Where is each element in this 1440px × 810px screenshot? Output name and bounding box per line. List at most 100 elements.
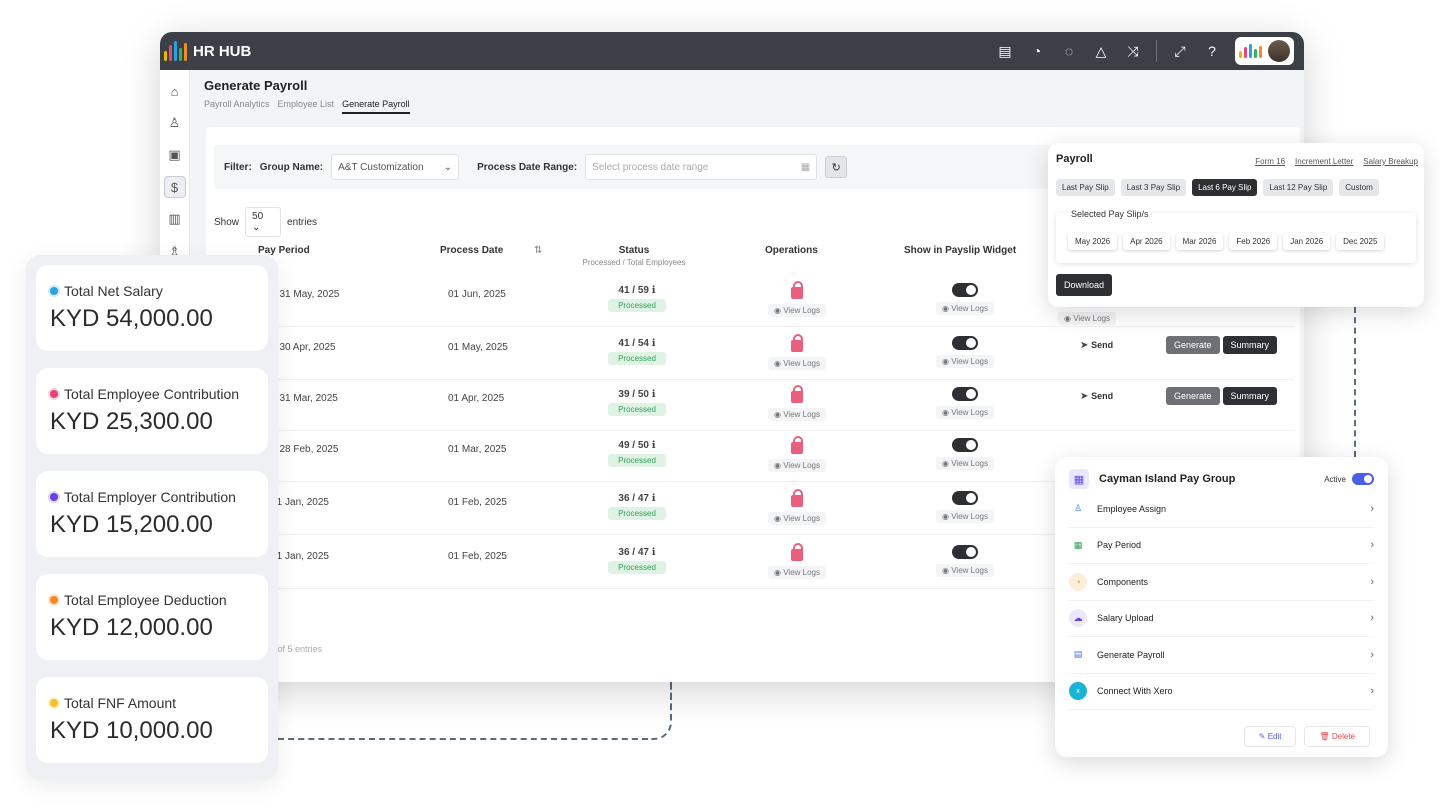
lock-icon[interactable] — [791, 543, 803, 561]
month-chip[interactable]: Jan 2026 — [1283, 233, 1331, 250]
header-status-sub: Processed / Total Employees — [582, 258, 686, 267]
calendar-icon: ▦ — [800, 161, 811, 173]
salary-breakup-link[interactable]: Salary Breakup — [1363, 157, 1418, 166]
lock-icon[interactable] — [791, 489, 803, 507]
tab-generate-payroll[interactable]: Generate Payroll — [342, 99, 410, 114]
widget-toggle[interactable] — [952, 438, 978, 452]
user-menu[interactable] — [1235, 37, 1294, 65]
widget-cell: ◉ View Logs — [930, 283, 1000, 315]
widget-toggle[interactable] — [952, 545, 978, 559]
widget-toggle[interactable] — [952, 336, 978, 350]
refresh-button[interactable]: ↻ — [825, 156, 848, 178]
user-icon[interactable]: ♙ — [164, 112, 186, 134]
view-logs-button[interactable]: ◉ View Logs — [936, 302, 994, 315]
menu-generate-payroll[interactable]: ▤ Generate Payroll › — [1069, 637, 1374, 674]
info-icon[interactable]: ℹ — [652, 338, 656, 349]
summary-button[interactable]: Summary — [1222, 387, 1278, 405]
summary-button[interactable]: Summary — [1222, 336, 1278, 354]
header-operations: Operations — [765, 245, 818, 256]
edit-button[interactable]: ✎ Edit — [1243, 726, 1297, 747]
dot-icon — [50, 596, 58, 604]
view-logs-button[interactable]: ◉ View Logs — [768, 566, 826, 579]
menu-salary-upload[interactable]: ☁ Salary Upload › — [1069, 601, 1374, 637]
entries-select[interactable]: 50 ⌄ — [245, 207, 282, 237]
chip-last-pay-slip[interactable]: Last Pay Slip — [1056, 179, 1115, 196]
status-badge: Processed — [608, 352, 666, 365]
process-date: 01 Jun, 2025 — [448, 289, 506, 300]
form-16-link[interactable]: Form 16 — [1255, 157, 1285, 166]
book-icon[interactable]: ▤ — [996, 42, 1014, 60]
stats-panel: Total Net Salary KYD 54,000.00 Total Emp… — [26, 255, 278, 780]
id-card-icon[interactable]: ▣ — [164, 144, 186, 166]
view-logs-button[interactable]: ◉ View Logs — [936, 457, 994, 470]
info-icon[interactable]: ℹ — [652, 285, 656, 296]
send-button[interactable]: ➤ Send — [1080, 391, 1113, 402]
widget-toggle[interactable] — [952, 387, 978, 401]
month-chip[interactable]: Feb 2026 — [1229, 233, 1278, 250]
refresh-icon: ↻ — [831, 161, 841, 174]
chip-last-12-pay-slip[interactable]: Last 12 Pay Slip — [1263, 179, 1334, 196]
generate-button[interactable]: Generate — [1166, 336, 1220, 354]
widget-toggle[interactable] — [952, 491, 978, 505]
view-logs-button[interactable]: ◉ View Logs — [768, 304, 826, 317]
menu-pay-period[interactable]: ▦ Pay Period › — [1069, 528, 1374, 564]
chip-last-3-pay-slip[interactable]: Last 3 Pay Slip — [1120, 179, 1187, 196]
month-list: May 2026 Apr 2026 Mar 2026 Feb 2026 Jan … — [1068, 233, 1385, 250]
payroll-icon[interactable]: $ — [163, 176, 186, 198]
month-chip[interactable]: Apr 2026 — [1123, 233, 1170, 250]
generate-button[interactable]: Generate — [1166, 387, 1220, 405]
help-icon[interactable]: ? — [1203, 42, 1221, 60]
month-chip[interactable]: Dec 2025 — [1336, 233, 1385, 250]
tab-employee-list[interactable]: Employee List — [278, 99, 335, 114]
chip-custom[interactable]: Custom — [1339, 179, 1379, 196]
bell-icon[interactable]: ◌ — [1060, 42, 1078, 60]
home-icon[interactable]: ⌂ — [164, 80, 186, 102]
view-logs-button[interactable]: ◉ View Logs — [768, 408, 826, 421]
view-logs-button[interactable]: ◉ View Logs — [936, 564, 994, 577]
actions-cell: Generate Summary — [1166, 336, 1278, 354]
info-icon[interactable]: ℹ — [652, 389, 656, 400]
active-toggle[interactable] — [1352, 473, 1374, 485]
info-icon[interactable]: ℹ — [652, 493, 656, 504]
chevron-right-icon: › — [1370, 685, 1374, 698]
widget-toggle[interactable] — [952, 283, 978, 297]
view-logs-button[interactable]: ◉ View Logs — [936, 510, 994, 523]
lock-icon[interactable] — [791, 385, 803, 403]
header-process-date[interactable]: Process Date — [440, 245, 503, 256]
view-logs-button[interactable]: ◉ View Logs — [936, 406, 994, 419]
chip-last-6-pay-slip[interactable]: Last 6 Pay Slip — [1192, 179, 1258, 196]
lock-icon[interactable] — [791, 281, 803, 299]
analytics-icon[interactable]: ▥ — [164, 208, 186, 230]
menu-employee-assign[interactable]: ♙ Employee Assign › — [1069, 491, 1374, 528]
view-logs-button[interactable]: ◉ View Logs — [768, 357, 826, 370]
recycle-icon[interactable]: △ — [1092, 42, 1110, 60]
shuffle-icon[interactable]: ⤨ — [1124, 42, 1142, 60]
group-name-select[interactable]: A&T Customization ⌄ — [331, 154, 460, 180]
info-icon[interactable]: ℹ — [652, 440, 656, 451]
clock-icon[interactable]: ◔ — [1028, 42, 1046, 60]
info-icon[interactable]: ℹ — [652, 547, 656, 558]
increment-letter-link[interactable]: Increment Letter — [1295, 157, 1353, 166]
month-chip[interactable]: May 2026 — [1068, 233, 1118, 250]
view-logs-label: View Logs — [1073, 314, 1110, 323]
fullscreen-icon[interactable]: ⤢ — [1171, 42, 1189, 60]
lock-icon[interactable] — [791, 436, 803, 454]
download-button[interactable]: Download — [1056, 274, 1113, 296]
xero-icon: x — [1069, 682, 1087, 701]
menu-connect-xero[interactable]: x Connect With Xero › — [1069, 674, 1374, 710]
view-logs-button[interactable]: ◉ View Logs — [1058, 307, 1116, 326]
tab-payroll-analytics[interactable]: Payroll Analytics — [204, 99, 270, 114]
view-logs-button[interactable]: ◉ View Logs — [936, 355, 994, 368]
delete-button[interactable]: 🗑 Delete — [1304, 726, 1370, 747]
view-logs-button[interactable]: ◉ View Logs — [768, 512, 826, 525]
process-date-input[interactable]: Select process date range ▦ — [585, 154, 818, 180]
app-logo[interactable]: HR HUB — [164, 41, 251, 61]
menu-components[interactable]: ◔ Components › — [1069, 564, 1374, 601]
chevron-down-icon: ⌄ — [443, 161, 453, 173]
group-name-value: A&T Customization — [338, 161, 424, 173]
sort-icon[interactable]: ⇅ — [534, 245, 542, 256]
view-logs-button[interactable]: ◉ View Logs — [768, 459, 826, 472]
lock-icon[interactable] — [791, 334, 803, 352]
month-chip[interactable]: Mar 2026 — [1175, 233, 1224, 250]
send-button[interactable]: ➤ Send — [1080, 340, 1113, 351]
